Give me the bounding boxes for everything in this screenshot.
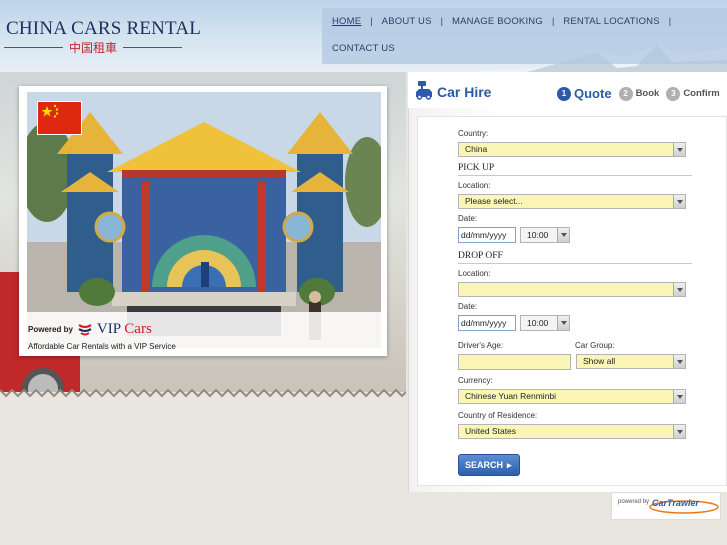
currency-value: Chinese Yuan Renminbi — [465, 391, 557, 401]
residence-select[interactable]: United States — [458, 424, 686, 439]
pickup-location-select[interactable]: Please select... — [458, 194, 686, 209]
torn-edge-decoration — [0, 388, 406, 398]
step-book: 2 Book — [618, 86, 660, 101]
pickup-date-label: Date: — [458, 214, 478, 223]
chevron-down-icon[interactable] — [557, 316, 569, 330]
dropoff-location-label: Location: — [458, 269, 491, 278]
step-quote: 1 Quote — [557, 86, 612, 101]
powered-by-text: powered by — [618, 499, 650, 505]
nav-link-about-us[interactable]: ABOUT US — [382, 8, 432, 35]
pickup-location-value: Please select... — [465, 196, 523, 206]
nav-item-rental-locations: RENTAL LOCATIONS | — [563, 8, 680, 35]
powered-by-text: Powered by — [28, 325, 73, 334]
nav-item-manage-booking: MANAGE BOOKING | — [452, 8, 563, 35]
vip-swirl-icon — [78, 323, 92, 335]
site-logo-title[interactable]: CHINA CARS RENTAL — [6, 18, 201, 40]
site-logo-subtitle: 中国租車 — [4, 38, 183, 56]
nav-separator: | — [370, 16, 373, 26]
car-group-label: Car Group: — [575, 341, 615, 350]
vip-cars-brand: VIP Cars — [97, 321, 152, 338]
promo-caption: Powered by VIP Cars Affordable Car Renta… — [19, 312, 387, 356]
nav-item-about: ABOUT US | — [382, 8, 452, 35]
cartrawler-name: CarTrawler — [652, 498, 699, 508]
logo-rule-right — [123, 46, 183, 48]
main-nav: HOME | ABOUT US | MANAGE BOOKING | RENTAL L… — [322, 8, 727, 64]
driver-age-label: Driver's Age: — [458, 341, 504, 350]
nav-item-contact: CONTACT US — [332, 35, 395, 62]
chevron-down-icon[interactable] — [673, 195, 685, 208]
nav-separator: | — [440, 16, 443, 26]
logo-rule-left — [4, 46, 63, 48]
country-label: Country: — [458, 129, 489, 138]
booking-form-panel: Country: China PICK UP Location: Please … — [408, 108, 727, 492]
dropoff-time-value: 10:00 — [527, 318, 549, 328]
step-confirm: 3 Confirm — [666, 86, 720, 101]
residence-label: Country of Residence: — [458, 411, 538, 420]
vip-cars-logo[interactable]: Powered by VIP Cars — [28, 321, 152, 338]
nav-link-rental-locations[interactable]: RENTAL LOCATIONS — [563, 8, 659, 35]
driver-age-input[interactable] — [458, 354, 571, 370]
car-hire-icon — [416, 81, 432, 100]
step-label: Confirm — [683, 88, 720, 99]
chevron-down-icon[interactable] — [673, 143, 685, 156]
chevron-right-icon: ▸ — [507, 459, 512, 470]
dropoff-time-select[interactable]: 10:00 — [520, 315, 570, 331]
pickup-location-label: Location: — [458, 181, 491, 190]
booking-steps: 1 Quote 2 Book 3 Confirm — [557, 86, 727, 101]
step-label: Quote — [574, 86, 612, 101]
car-group-select[interactable]: Show all — [576, 354, 686, 369]
currency-label: Currency: — [458, 376, 493, 385]
dropoff-date-label: Date: — [458, 302, 478, 311]
logo-chinese-text: 中国租車 — [69, 40, 118, 55]
nav-separator: | — [551, 16, 555, 26]
step-number: 2 — [618, 86, 633, 101]
currency-select[interactable]: Chinese Yuan Renminbi — [458, 389, 686, 404]
pickup-time-value: 10:00 — [527, 230, 549, 240]
country-select-value: China — [465, 144, 488, 154]
dropoff-heading: DROP OFF — [458, 251, 692, 264]
step-label: Book — [635, 88, 660, 99]
step-number: 1 — [557, 86, 571, 101]
residence-value: United States — [465, 426, 517, 436]
temple-photo — [27, 92, 381, 348]
step-number: 3 — [666, 86, 681, 101]
dropoff-date-input[interactable]: dd/mm/yyyy — [458, 315, 516, 331]
dropoff-location-select[interactable] — [458, 282, 686, 297]
pickup-time-select[interactable]: 10:00 — [520, 227, 570, 243]
nav-separator: | — [668, 16, 672, 26]
chevron-down-icon[interactable] — [557, 228, 569, 242]
search-button[interactable]: SEARCH ▸ — [458, 454, 520, 476]
vip-brand-a: VIP — [96, 321, 121, 337]
car-hire-header: Car Hire 1 Quote 2 Book 3 Confirm — [408, 72, 727, 108]
promo-tagline: Affordable Car Rentals with a VIP Servic… — [28, 342, 176, 351]
nav-link-home[interactable]: HOME — [332, 8, 361, 35]
country-select[interactable]: China — [458, 142, 686, 157]
car-hire-title: Car Hire — [437, 84, 492, 100]
nav-link-manage-booking[interactable]: MANAGE BOOKING — [452, 8, 543, 35]
nav-link-contact-us[interactable]: CONTACT US — [332, 35, 395, 62]
nav-item-home: HOME | — [332, 8, 382, 35]
china-flag-icon — [37, 101, 82, 135]
search-button-label: SEARCH — [465, 460, 504, 470]
chevron-down-icon[interactable] — [673, 390, 685, 403]
pickup-date-input[interactable]: dd/mm/yyyy — [458, 227, 516, 243]
chevron-down-icon[interactable] — [673, 425, 685, 438]
site-header: CHINA CARS RENTAL 中国租車 HOME | ABOUT US | M… — [0, 0, 727, 72]
promo-card: Powered by VIP Cars Affordable Car Renta… — [19, 86, 387, 356]
chevron-down-icon[interactable] — [673, 355, 685, 368]
chevron-down-icon[interactable] — [673, 283, 685, 296]
vip-brand-b: Cars — [124, 321, 152, 337]
cartrawler-badge[interactable]: powered by CarTrawler — [611, 492, 721, 520]
pickup-heading: PICK UP — [458, 163, 692, 176]
car-group-value: Show all — [583, 356, 616, 366]
booking-form: Country: China PICK UP Location: Please … — [417, 116, 727, 486]
